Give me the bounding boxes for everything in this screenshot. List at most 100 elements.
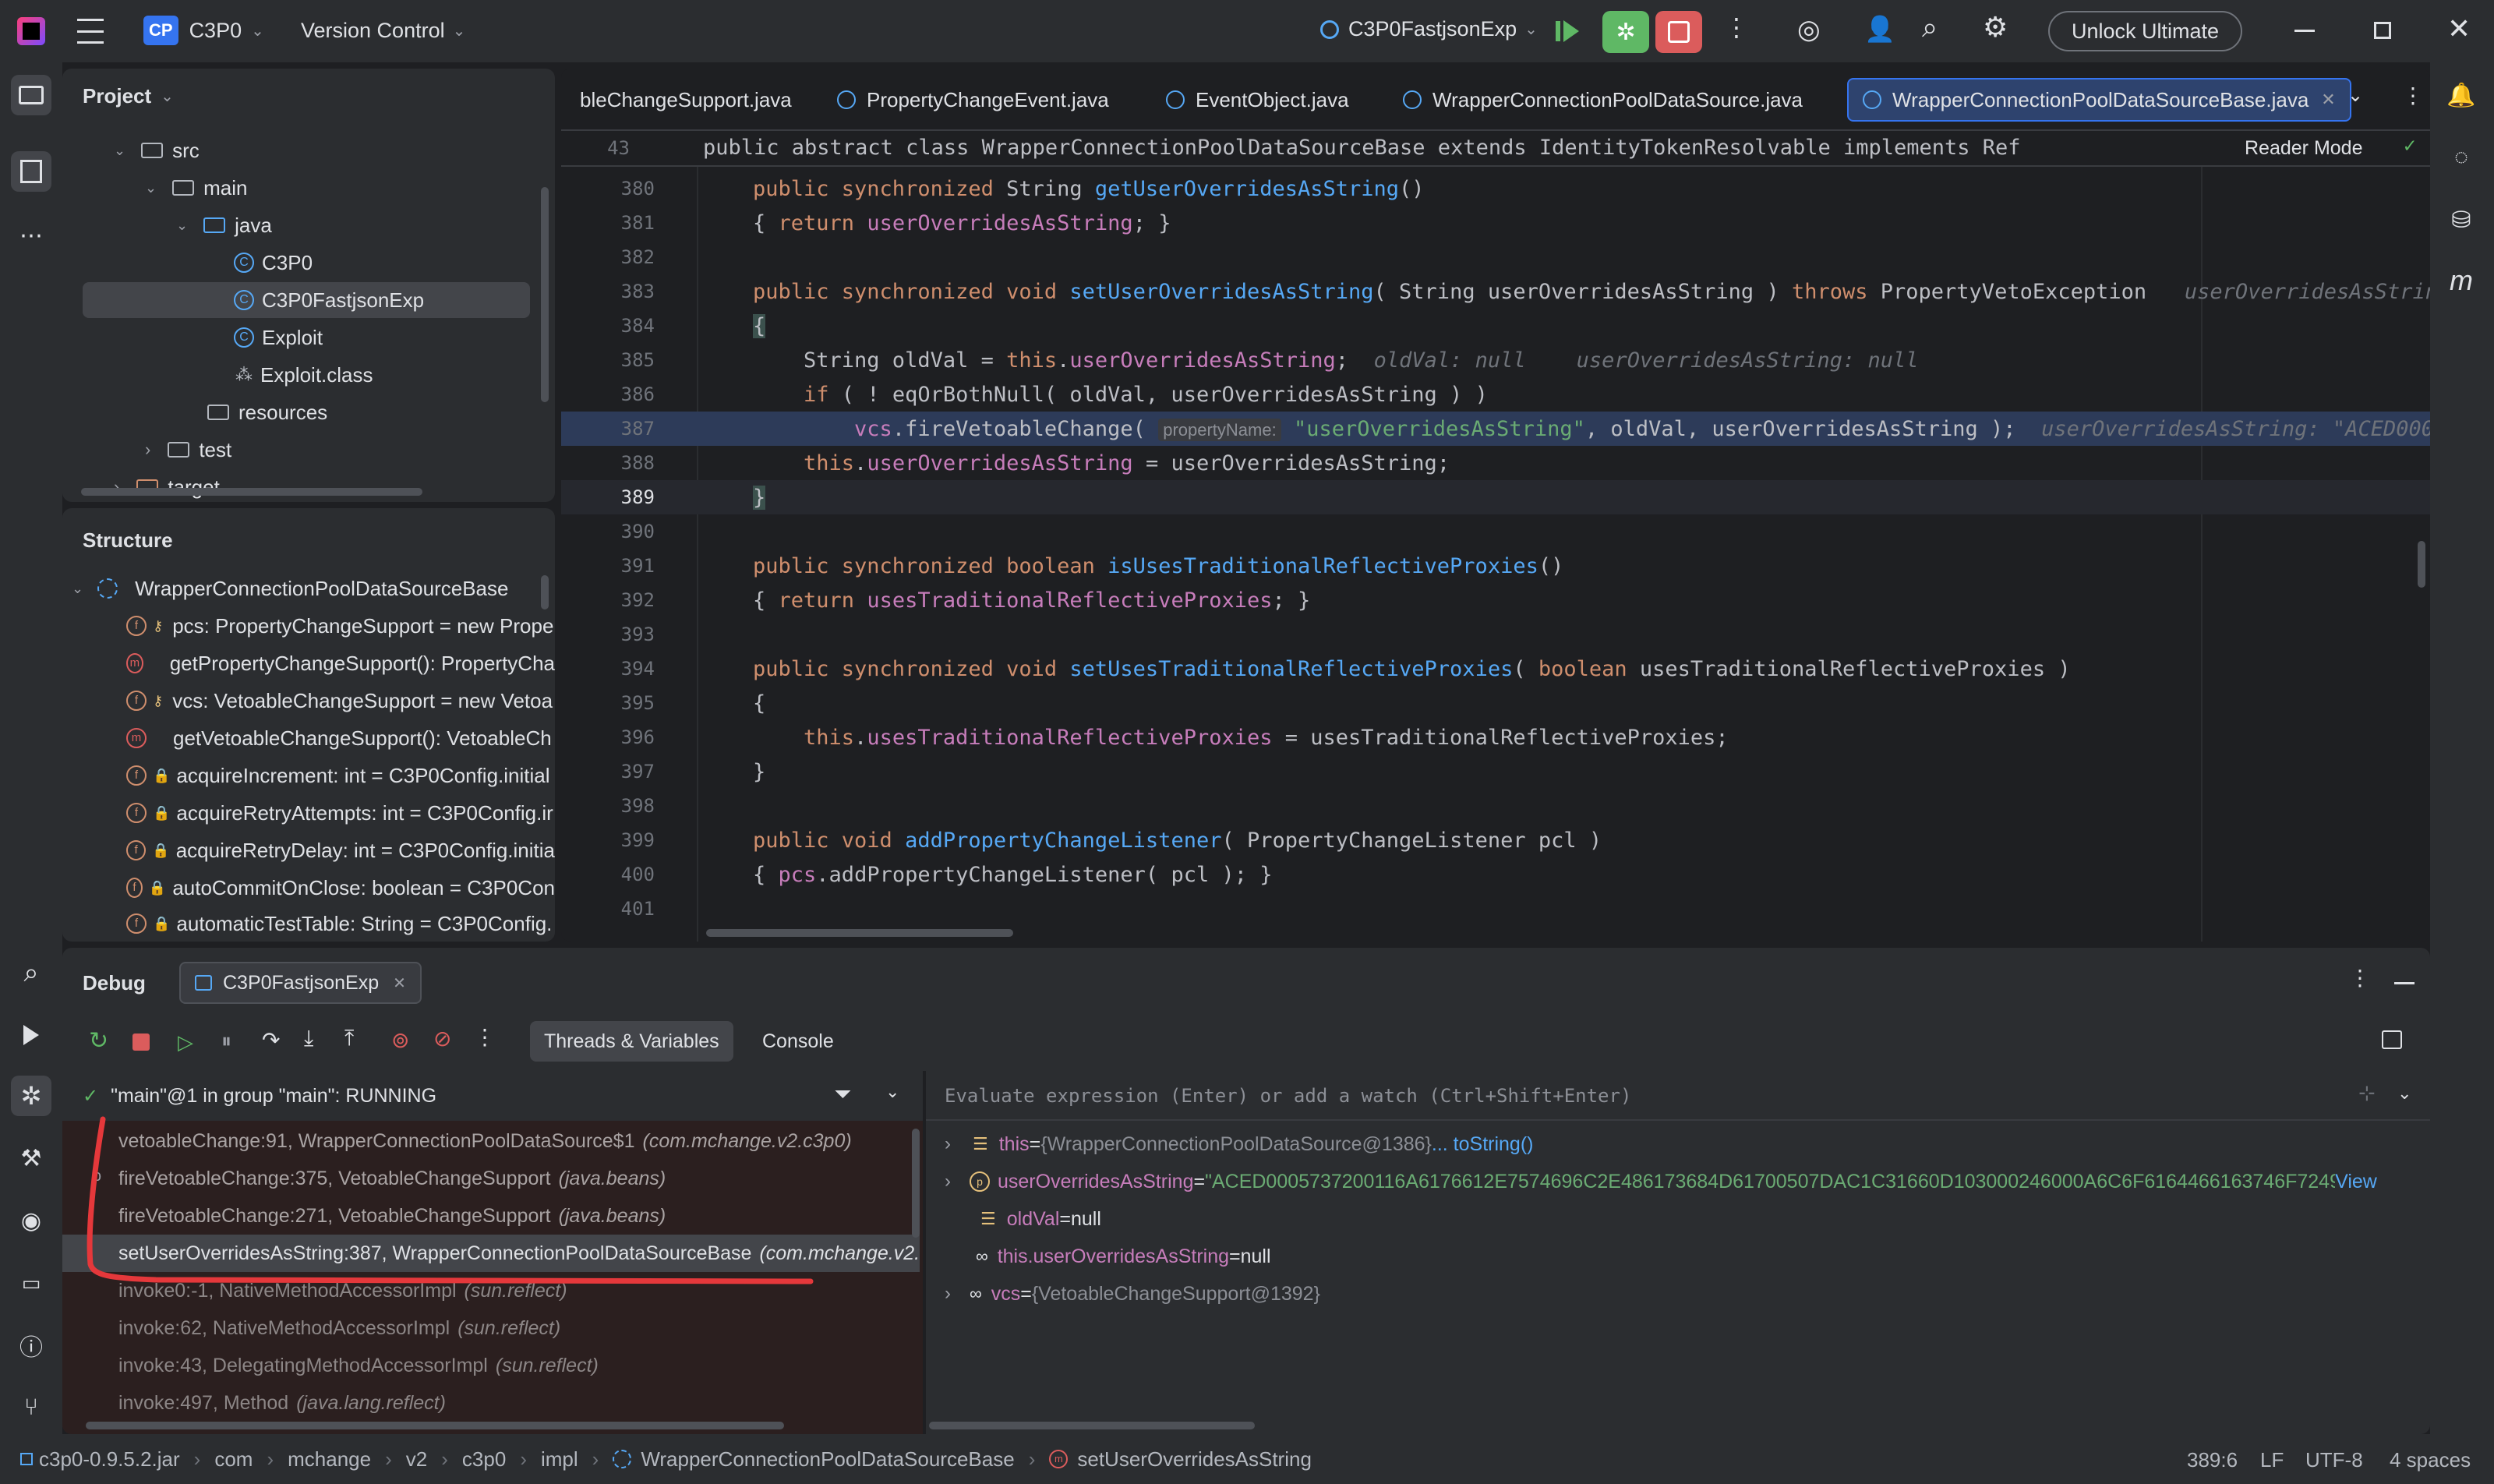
run-icon[interactable] xyxy=(11,1015,51,1055)
tree-node-test[interactable]: › test xyxy=(62,432,555,468)
more-tools-icon[interactable]: ⋯ xyxy=(11,215,51,256)
breadcrumb-item[interactable]: WrapperConnectionPoolDataSourceBase xyxy=(641,1447,1014,1472)
code-body[interactable]: 380 public synchronized String getUserOve… xyxy=(561,167,2430,942)
stop-icon[interactable] xyxy=(132,1034,150,1051)
debug-session-tab[interactable]: C3P0FastjsonExp ✕ xyxy=(179,962,422,1004)
find-icon[interactable]: ⌕ xyxy=(11,952,51,993)
chevron-right-icon[interactable]: › xyxy=(945,1171,951,1192)
breadcrumb-item[interactable]: com xyxy=(214,1447,253,1472)
tree-node-target[interactable]: › target xyxy=(62,469,555,502)
git-icon[interactable]: ⑂ xyxy=(11,1387,51,1428)
resume-program-icon[interactable]: ▷ xyxy=(178,1030,193,1055)
run-config-selector[interactable]: C3P0FastjsonExp ⌄ xyxy=(1320,17,1538,41)
structure-item[interactable]: f 🔒 acquireRetryDelay: int = C3P0Config.in… xyxy=(62,832,555,868)
tree-node-c3p0[interactable]: C C3P0 xyxy=(62,245,555,281)
breadcrumb-item[interactable]: impl xyxy=(541,1447,578,1472)
ai-assistant-icon[interactable]: ◎ xyxy=(1797,14,1821,45)
tree-node-java[interactable]: ⌄ java xyxy=(62,207,555,243)
tree-node-resources[interactable]: resources xyxy=(62,394,555,430)
restore-icon[interactable] xyxy=(2374,22,2391,39)
breadcrumb-item[interactable]: c3p0-0.9.5.2.jar xyxy=(39,1447,180,1472)
chevron-right-icon[interactable]: › xyxy=(945,1283,951,1305)
variable-row[interactable]: ∞ this.userOverridesAsString = null xyxy=(926,1238,1271,1275)
project-panel-header[interactable]: Project ⌄ xyxy=(83,84,174,108)
debug-more-icon[interactable]: ⋮ xyxy=(2349,965,2371,991)
ai-chat-icon[interactable]: ◌ xyxy=(2441,137,2482,178)
structure-item[interactable]: f 🔒 acquireIncrement: int = C3P0Config.ini… xyxy=(62,758,555,793)
editor-tab[interactable]: WrapperConnectionPoolDataSource.java xyxy=(1387,78,1818,122)
tree-node-c3p0fastjsonexp[interactable]: C C3P0FastjsonExp xyxy=(83,282,530,318)
reader-mode-button[interactable]: Reader Mode xyxy=(2245,137,2362,160)
add-watch-icon[interactable]: ⊹ xyxy=(2358,1082,2376,1105)
variable-row[interactable]: › p userOverridesAsString = "ACED000573720… xyxy=(926,1163,2377,1200)
breadcrumb-item[interactable]: setUserOverridesAsString xyxy=(1077,1447,1312,1472)
search-icon[interactable]: ⌕ xyxy=(1922,11,1938,44)
structure-item[interactable]: m getVetoableChangeSupport(): VetoableCh xyxy=(62,720,555,756)
close-session-icon[interactable]: ✕ xyxy=(393,973,406,993)
version-control-menu[interactable]: Version Control ⌄ xyxy=(301,19,465,43)
layout-settings-icon[interactable] xyxy=(2382,1030,2402,1049)
structure-item[interactable]: m getPropertyChangeSupport(): PropertyCha xyxy=(62,645,555,681)
close-tab-icon[interactable]: ✕ xyxy=(2321,90,2335,110)
tree-node-src[interactable]: ⌄ src xyxy=(62,132,555,168)
structure-root[interactable]: ⌄ WrapperConnectionPoolDataSourceBase xyxy=(62,571,555,606)
structure-item[interactable]: f ⚷ vcs: VetoableChangeSupport = new Vetoa xyxy=(62,683,555,719)
mute-breakpoints-icon[interactable]: ⊘ xyxy=(433,1026,451,1051)
chevron-down-icon[interactable]: ⌄ xyxy=(2397,1083,2411,1104)
pause-icon[interactable]: ⏸ xyxy=(221,1029,231,1054)
editor-tab[interactable]: EventObject.java xyxy=(1150,78,1365,122)
to-string-link[interactable]: ... toString() xyxy=(1432,1133,1534,1156)
services-icon[interactable]: ◉ xyxy=(11,1200,51,1241)
breadcrumb-item[interactable]: c3p0 xyxy=(462,1447,506,1472)
tab-list-chevron-icon[interactable]: ⌄ xyxy=(2347,84,2363,107)
structure-item[interactable]: f ⚷ pcs: PropertyChangeSupport = new Prope xyxy=(62,608,555,644)
view-breakpoints-icon[interactable]: ⊚ xyxy=(391,1027,409,1053)
horizontal-scrollbar[interactable] xyxy=(929,1422,1255,1429)
watch-expression-input[interactable]: Evaluate expression (Enter) or add a wat… xyxy=(926,1071,2430,1121)
structure-item[interactable]: f 🔒 autoCommitOnClose: boolean = C3P0Con xyxy=(62,870,555,906)
tree-node-exploit[interactable]: C Exploit xyxy=(62,320,555,355)
horizontal-scrollbar[interactable] xyxy=(706,929,1013,937)
tab-console[interactable]: Console xyxy=(748,1021,848,1062)
line-separator[interactable]: LF xyxy=(2260,1448,2284,1472)
jetbrains-logo-icon[interactable] xyxy=(17,17,45,45)
toolbar-more-icon[interactable]: ⋮ xyxy=(474,1024,496,1050)
horizontal-scrollbar[interactable] xyxy=(81,488,422,496)
step-out-icon[interactable]: ⤒ xyxy=(344,1026,354,1051)
editor-more-icon[interactable]: ⋮ xyxy=(2402,83,2424,108)
breadcrumb-item[interactable]: v2 xyxy=(406,1447,427,1472)
resume-debug-icon[interactable] xyxy=(1556,17,1584,45)
maven-icon[interactable]: m xyxy=(2441,260,2482,301)
structure-item[interactable]: f 🔒 automaticTestTable: String = C3P0Confi… xyxy=(62,906,555,942)
caret-position[interactable]: 389:6 xyxy=(2187,1448,2238,1472)
database-icon[interactable]: ⛁ xyxy=(2441,200,2482,240)
step-into-icon[interactable]: ⤓ xyxy=(304,1026,313,1051)
variable-row[interactable]: › ∞ vcs = {VetoableChangeSupport@1392} xyxy=(926,1275,1320,1313)
editor-tab[interactable]: PropertyChangeEvent.java xyxy=(821,78,1125,122)
structure-item[interactable]: f 🔒 acquireRetryAttempts: int = C3P0Config… xyxy=(62,795,555,831)
chevron-right-icon[interactable]: › xyxy=(945,1133,951,1155)
tree-node-exploit-class[interactable]: ⁂ Exploit.class xyxy=(62,357,555,393)
project-folder-icon[interactable] xyxy=(11,75,51,115)
editor-tab[interactable]: bleChangeSupport.java xyxy=(564,78,807,122)
settings-gear-icon[interactable]: ⚙ xyxy=(1983,11,2008,44)
step-over-icon[interactable]: ↷ xyxy=(262,1027,280,1053)
project-switcher[interactable]: CP C3P0 ⌄ xyxy=(143,16,264,45)
file-encoding[interactable]: UTF-8 xyxy=(2305,1448,2363,1472)
variable-row[interactable]: › ☰ this = {WrapperConnectionPoolDataSourc… xyxy=(926,1125,1533,1163)
breadcrumb-item[interactable]: mchange xyxy=(288,1447,371,1472)
vertical-scrollbar[interactable] xyxy=(541,575,549,610)
vertical-scrollbar[interactable] xyxy=(541,187,549,402)
unlock-ultimate-button[interactable]: Unlock Ultimate xyxy=(2048,11,2243,51)
terminal-icon[interactable]: ▭ xyxy=(11,1263,51,1303)
variable-row[interactable]: ☰ oldVal = null xyxy=(926,1200,1101,1238)
problems-icon[interactable]: ⓘ xyxy=(11,1325,51,1366)
minimize-panel-icon[interactable] xyxy=(2394,982,2415,984)
add-user-icon[interactable]: 👤 xyxy=(1864,14,1895,44)
vertical-scrollbar[interactable] xyxy=(2418,541,2425,588)
tree-node-main[interactable]: ⌄ main xyxy=(62,170,555,206)
debug-bug-icon[interactable]: ✲ xyxy=(11,1076,51,1116)
notifications-bell-icon[interactable]: 🔔 xyxy=(2441,75,2482,115)
tab-threads-variables[interactable]: Threads & Variables xyxy=(530,1021,733,1062)
main-menu-icon[interactable] xyxy=(75,19,106,44)
